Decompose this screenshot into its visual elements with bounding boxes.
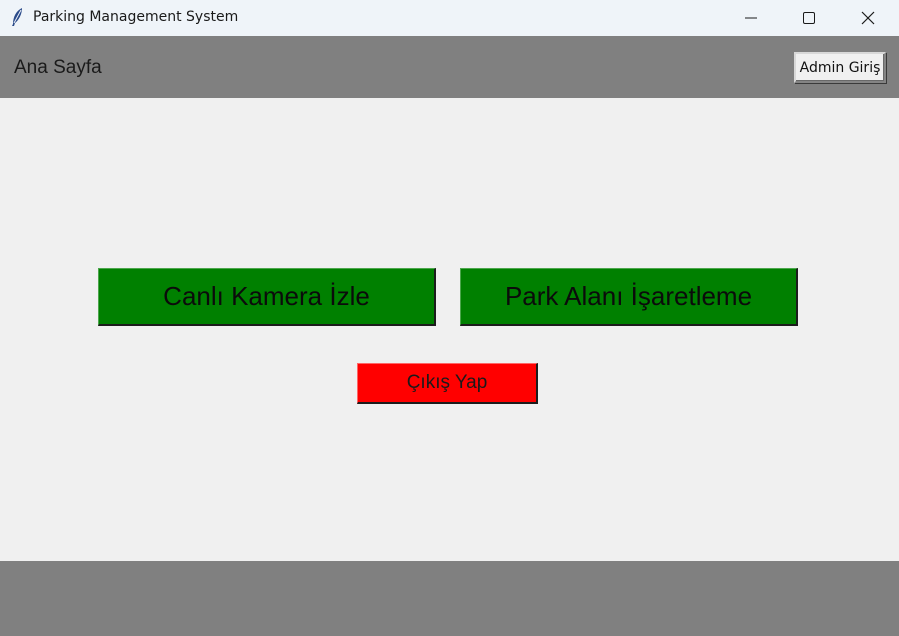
live-camera-button[interactable]: Canlı Kamera İzle — [98, 268, 436, 326]
header-bar: Ana Sayfa Admin Giriş — [0, 36, 899, 98]
minimize-icon — [745, 17, 757, 19]
maximize-icon — [803, 12, 815, 24]
close-icon — [861, 11, 875, 25]
main-content — [0, 98, 899, 561]
exit-button[interactable]: Çıkış Yap — [357, 363, 538, 404]
window-title: Parking Management System — [33, 9, 239, 25]
footer-bar — [0, 561, 899, 636]
admin-login-button[interactable]: Admin Giriş — [794, 52, 886, 83]
page-title: Ana Sayfa — [14, 57, 102, 78]
close-button[interactable] — [839, 0, 897, 36]
park-area-marking-button[interactable]: Park Alanı İşaretleme — [460, 268, 798, 326]
feather-icon — [12, 8, 22, 26]
minimize-button[interactable] — [722, 0, 780, 36]
window-titlebar: Parking Management System — [0, 0, 899, 36]
maximize-button[interactable] — [780, 0, 838, 36]
